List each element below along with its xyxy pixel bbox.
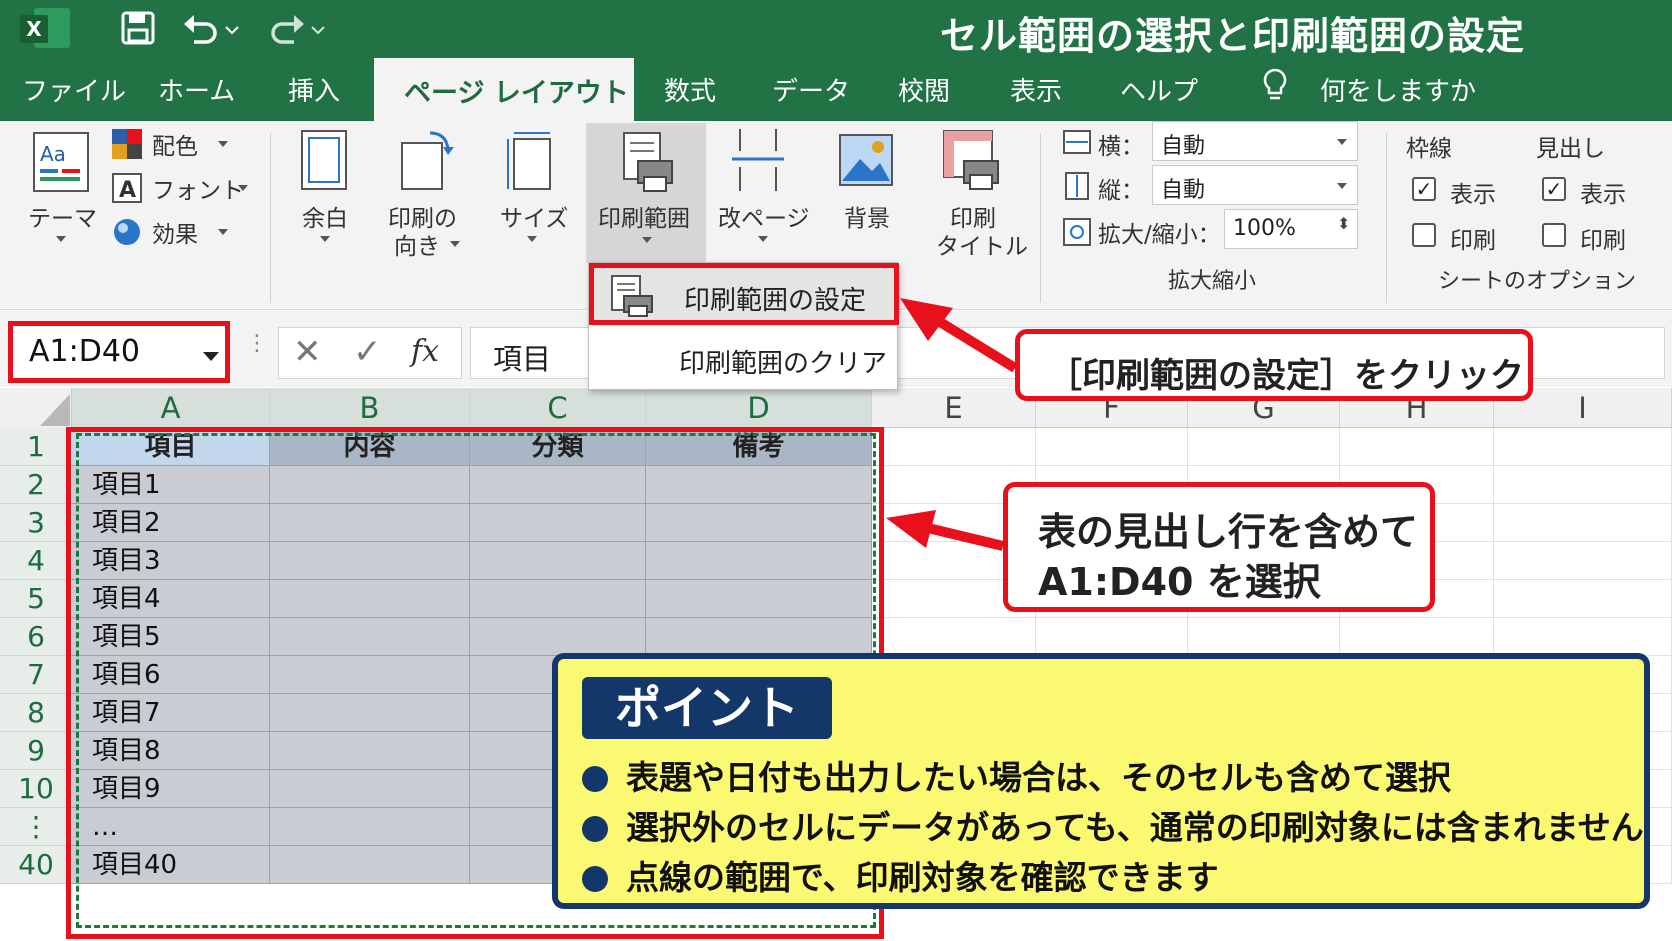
callout-click-instruction: ［印刷範囲の設定］をクリック	[1015, 329, 1533, 401]
bullet-icon	[582, 816, 608, 842]
bullet-icon	[582, 866, 608, 892]
point-line-2: 選択外のセルにデータがあっても、通常の印刷対象には含まれません	[582, 801, 1644, 849]
callout-select-instruction: 表の見出し行を含めて A1:D40 を選択	[1003, 482, 1435, 612]
point-line-1: 表題や日付も出力したい場合は、そのセルも含めて選択	[582, 751, 1451, 799]
bullet-icon	[582, 766, 608, 792]
point-line-3: 点線の範囲で、印刷対象を確認できます	[582, 851, 1219, 899]
point-title: ポイント	[582, 677, 832, 739]
point-box: ポイント 表題や日付も出力したい場合は、そのセルも含めて選択 選択外のセルにデー…	[552, 653, 1650, 909]
